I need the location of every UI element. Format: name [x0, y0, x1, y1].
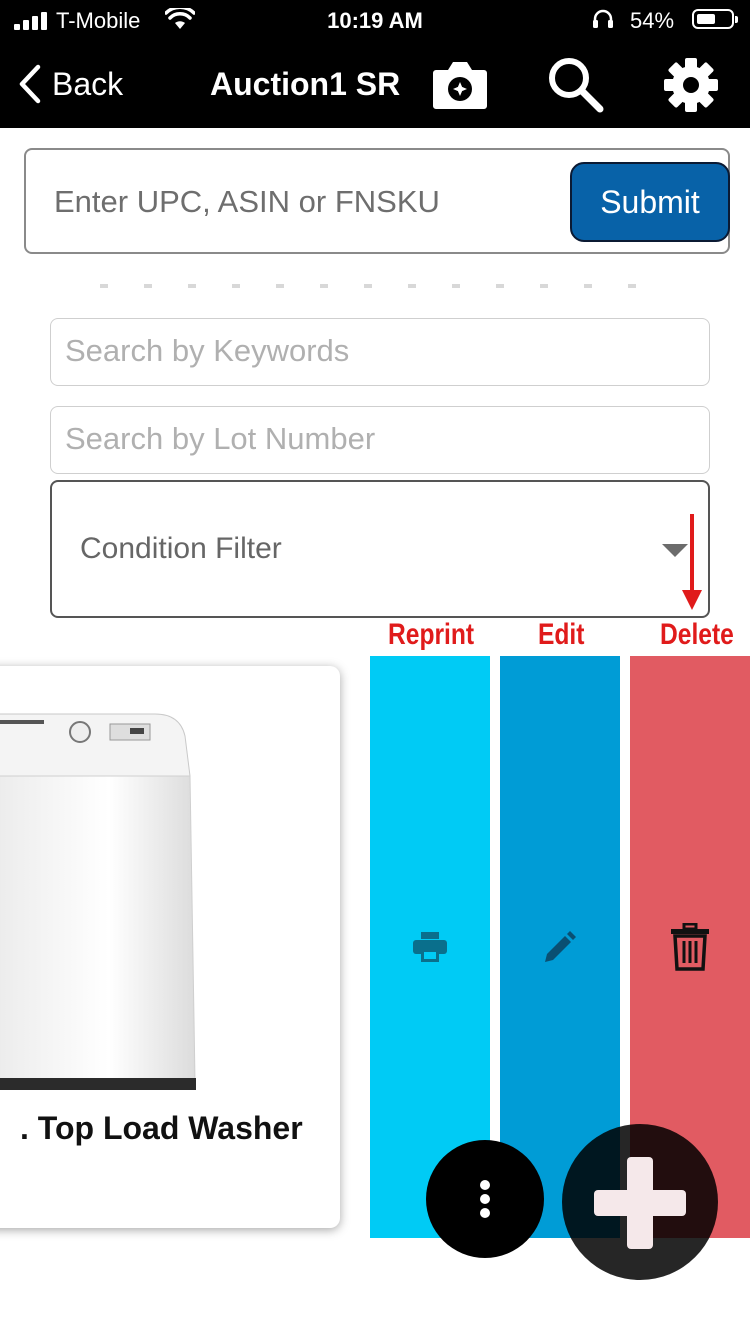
annotation-arrow	[690, 514, 694, 596]
caret-down-icon	[662, 544, 688, 557]
item-name: . Top Load Washer	[20, 1110, 303, 1146]
page-title: Auction1 SR	[210, 66, 401, 102]
nav-bar: T-Mobile 10:19 AM 54% Back Auction1 SR	[0, 0, 750, 128]
back-button[interactable]: Back	[16, 64, 123, 104]
printer-icon	[413, 932, 447, 962]
gear-icon[interactable]	[662, 56, 720, 114]
more-menu-button[interactable]	[426, 1140, 544, 1258]
keyword-search-field	[50, 318, 710, 386]
submit-button[interactable]: Submit	[570, 162, 730, 242]
battery-icon	[692, 9, 738, 29]
search-icon[interactable]	[546, 55, 604, 113]
chevron-left-icon	[19, 64, 41, 104]
camera-icon[interactable]	[432, 58, 488, 110]
lot-search-field	[50, 406, 710, 474]
condition-filter-label: Condition Filter	[80, 532, 282, 565]
back-label: Back	[52, 65, 124, 102]
annotation-arrow-head	[682, 590, 702, 610]
annotation-reprint: Reprint	[388, 618, 475, 651]
add-item-button[interactable]	[562, 1124, 718, 1280]
pencil-icon	[545, 931, 576, 962]
annotation-edit: Edit	[538, 618, 585, 651]
washer-image	[0, 713, 196, 1090]
lot-search-input[interactable]	[65, 421, 685, 457]
status-bar: T-Mobile 10:19 AM 54%	[0, 0, 750, 40]
trash-icon	[671, 923, 709, 971]
keyword-search-input[interactable]	[65, 333, 685, 369]
headphones-icon	[593, 9, 613, 28]
annotation-delete: Delete	[660, 618, 734, 651]
faded-divider	[100, 284, 640, 288]
condition-filter-select[interactable]: Condition Filter	[50, 480, 710, 618]
battery-percent: 54%	[630, 8, 675, 33]
upc-input[interactable]	[54, 184, 574, 220]
